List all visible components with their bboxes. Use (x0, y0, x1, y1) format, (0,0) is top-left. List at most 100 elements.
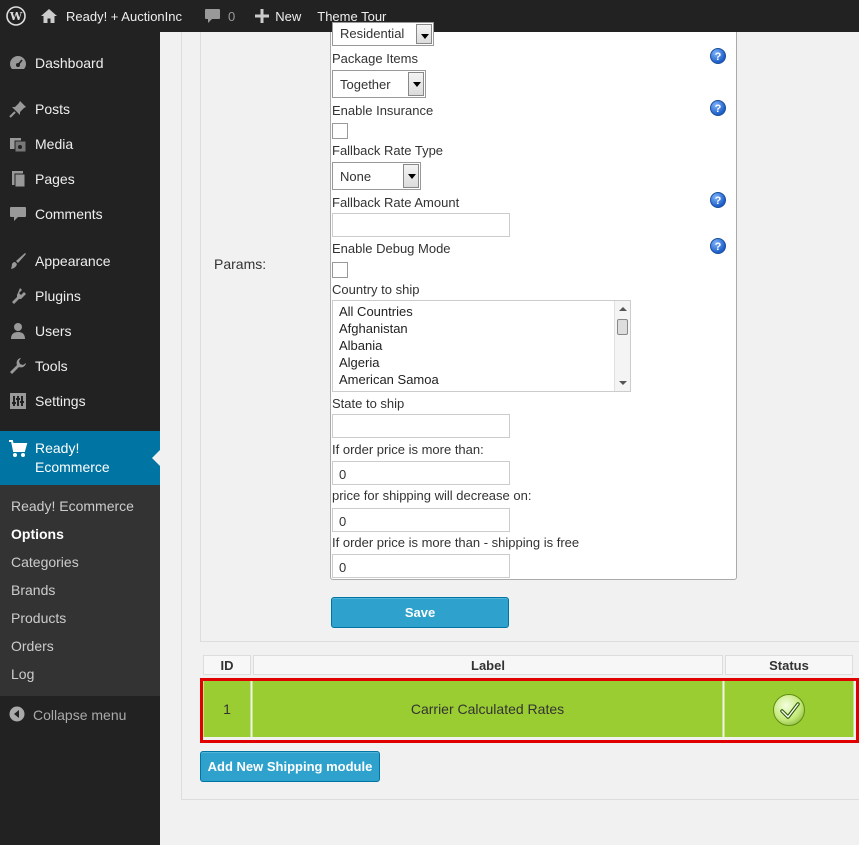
comment-count: 0 (228, 8, 236, 24)
svg-text:W: W (9, 10, 23, 23)
residential-select[interactable]: Residential (332, 22, 434, 46)
menu-item-media[interactable]: Media (0, 127, 160, 161)
list-item[interactable]: Afghanistan (339, 321, 408, 336)
menu-label-line2: Ecommerce (35, 459, 110, 475)
table-row-highlight (200, 678, 859, 743)
column-header-id[interactable]: ID (203, 655, 251, 675)
settings-icon (8, 391, 28, 411)
wrench-icon (8, 356, 28, 376)
menu-label: Tools (35, 358, 68, 374)
submenu-item-orders[interactable]: Orders (11, 638, 54, 654)
scroll-down-icon[interactable] (619, 381, 627, 385)
list-item[interactable]: Albania (339, 338, 382, 353)
fallback-rate-type-select[interactable]: None (332, 162, 421, 190)
enable-debug-label: Enable Debug Mode (332, 241, 451, 256)
menu-item-posts[interactable]: Posts (0, 92, 160, 126)
select-value: None (340, 169, 372, 184)
help-icon[interactable]: ? (710, 238, 726, 254)
fallback-rate-amount-label: Fallback Rate Amount (332, 195, 460, 210)
menu-label: Dashboard (35, 55, 104, 71)
submenu-item-ready-ecommerce[interactable]: Ready! Ecommerce (11, 498, 134, 514)
list-item[interactable]: Algeria (339, 355, 379, 370)
help-icon[interactable]: ? (710, 100, 726, 116)
new-content-link[interactable]: New (247, 0, 309, 32)
state-to-ship-input[interactable] (332, 414, 510, 438)
package-items-select[interactable]: Together (332, 70, 426, 98)
enable-insurance-checkbox[interactable] (332, 123, 348, 139)
submenu-item-categories[interactable]: Categories (11, 554, 79, 570)
plus-icon (255, 9, 270, 23)
dashboard-icon (8, 53, 28, 73)
country-to-ship-label: Country to ship (332, 282, 420, 297)
country-listbox[interactable]: All Countries Afghanistan Albania Algeri… (332, 300, 631, 392)
menu-item-tools[interactable]: Tools (0, 349, 160, 383)
submenu-item-options[interactable]: Options (11, 526, 64, 542)
pages-icon (8, 169, 28, 189)
submenu-item-log[interactable]: Log (11, 666, 34, 682)
menu-item-appearance[interactable]: Appearance (0, 244, 160, 278)
select-value: Together (340, 77, 391, 92)
list-item[interactable]: All Countries (339, 304, 413, 319)
menu-item-plugins[interactable]: Plugins (0, 279, 160, 313)
menu-item-settings[interactable]: Settings (0, 384, 160, 418)
plugin-icon (8, 286, 28, 306)
enable-debug-checkbox[interactable] (332, 262, 348, 278)
package-items-label: Package Items (332, 51, 418, 66)
price-decrease-input[interactable]: 0 (332, 508, 510, 532)
dropdown-arrow-icon (403, 164, 419, 188)
menu-item-ready-ecommerce[interactable]: Ready! Ecommerce (0, 431, 160, 485)
comments-link[interactable]: 0 (196, 0, 243, 32)
menu-item-comments[interactable]: Comments (0, 197, 160, 231)
current-menu-arrow (152, 450, 160, 466)
comment-icon (8, 204, 28, 224)
site-name: Ready! + AuctionInc (66, 8, 182, 24)
menu-label: Settings (35, 393, 86, 409)
collapse-menu-button[interactable]: Collapse menu (0, 704, 160, 726)
list-item[interactable]: American Samoa (339, 372, 439, 387)
collapse-label: Collapse menu (33, 707, 127, 723)
order-price-more-input[interactable]: 0 (332, 461, 510, 485)
menu-label-line1: Ready! (35, 440, 80, 456)
brush-icon (8, 251, 28, 271)
menu-label: Comments (35, 206, 103, 222)
media-icon (8, 134, 28, 154)
cart-icon (8, 440, 28, 460)
collapse-arrow-icon (9, 706, 25, 725)
help-icon[interactable]: ? (710, 48, 726, 64)
submenu: Ready! Ecommerce Options Categories Bran… (0, 485, 160, 696)
add-shipping-module-button[interactable]: Add New Shipping module (200, 751, 380, 782)
fallback-rate-amount-input[interactable] (332, 213, 510, 237)
menu-label: Users (35, 323, 72, 339)
menu-label: Appearance (35, 253, 111, 269)
menu-label: Media (35, 136, 74, 152)
save-button[interactable]: Save (331, 597, 509, 628)
scroll-up-icon[interactable] (619, 307, 627, 311)
dropdown-arrow-icon (416, 24, 432, 44)
menu-label: Plugins (35, 288, 81, 304)
params-label: Params: (214, 256, 267, 272)
free-shipping-label: If order price is more than - shipping i… (332, 535, 580, 550)
enable-insurance-label: Enable Insurance (332, 103, 434, 118)
scroll-thumb[interactable] (617, 319, 628, 335)
menu-item-dashboard[interactable]: Dashboard (0, 46, 160, 80)
select-value: Residential (340, 26, 405, 41)
wordpress-logo-icon[interactable]: W (0, 0, 36, 32)
free-shipping-input[interactable]: 0 (332, 554, 510, 578)
dropdown-arrow-icon (408, 72, 424, 96)
help-icon[interactable]: ? (710, 192, 726, 208)
listbox-scrollbar[interactable] (614, 301, 630, 391)
pin-icon (8, 99, 28, 119)
state-to-ship-label: State to ship (332, 396, 405, 411)
menu-item-pages[interactable]: Pages (0, 162, 160, 196)
menu-item-users[interactable]: Users (0, 314, 160, 348)
user-icon (8, 321, 28, 341)
admin-side-menu: Dashboard Posts Media Pages Comments App… (0, 32, 160, 845)
fallback-rate-type-label: Fallback Rate Type (332, 143, 444, 158)
site-name-link[interactable]: Ready! + AuctionInc (36, 0, 190, 32)
column-header-status[interactable]: Status (725, 655, 853, 675)
submenu-item-brands[interactable]: Brands (11, 582, 55, 598)
menu-label: Posts (35, 101, 71, 117)
column-header-label[interactable]: Label (253, 655, 723, 675)
menu-label: Pages (35, 171, 75, 187)
submenu-item-products[interactable]: Products (11, 610, 66, 626)
